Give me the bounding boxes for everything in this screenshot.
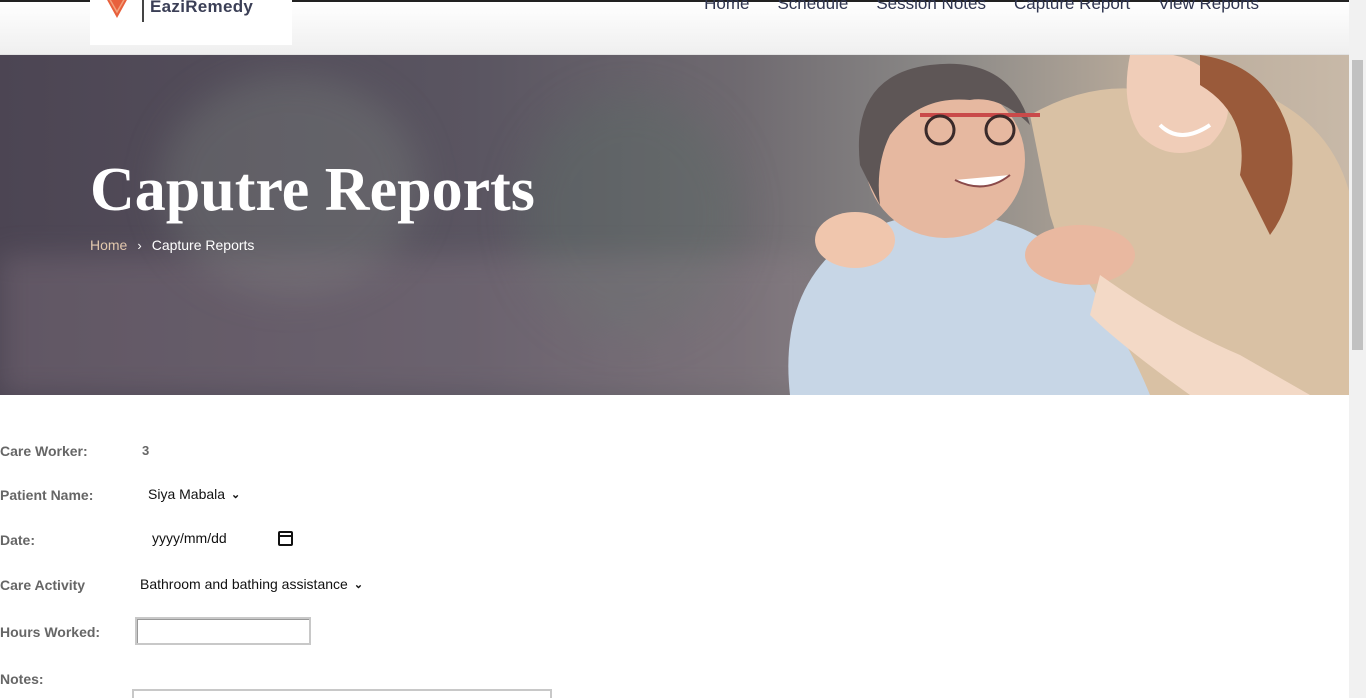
breadcrumb-home-link[interactable]: Home (90, 237, 127, 253)
breadcrumb-current: Capture Reports (151, 237, 255, 253)
notes-label: Notes: (0, 671, 44, 687)
nav-item-capture-report[interactable]: Capture Report (1014, 0, 1130, 14)
date-placeholder: yyyy/mm/dd (152, 530, 227, 546)
breadcrumb: Home › Capture Reports (90, 237, 254, 253)
care-activity-label: Care Activity (0, 577, 86, 593)
capture-report-form: Care Worker: 3 Patient Name: Siya Mabala… (0, 395, 1349, 698)
hero-banner: Caputre Reports Home › Capture Reports (0, 55, 1349, 395)
hero-background-blur (0, 255, 820, 395)
patient-name-select[interactable]: Siya Mabala ⌄ (148, 486, 240, 502)
nav-item-view-reports[interactable]: View Reports (1158, 0, 1259, 14)
hours-worked-input[interactable] (135, 617, 311, 645)
logo[interactable]: EaziRemedy (90, 0, 292, 45)
patient-name-selected: Siya Mabala (148, 486, 226, 502)
heart-logo-icon (107, 0, 127, 18)
logo-divider (142, 0, 144, 22)
care-activity-select[interactable]: Bathroom and bathing assistance ⌄ (140, 576, 363, 592)
patient-name-label: Patient Name: (0, 487, 94, 503)
date-input[interactable]: yyyy/mm/dd (152, 530, 293, 546)
main-nav: Home Schedule Session Notes Capture Repo… (704, 0, 1259, 14)
nav-item-session-notes[interactable]: Session Notes (876, 0, 986, 14)
calendar-icon[interactable] (278, 530, 293, 546)
page-scrollbar[interactable] (1349, 0, 1366, 698)
care-worker-value: 3 (142, 443, 150, 458)
chevron-right-icon: › (137, 237, 142, 253)
scrollbar-thumb[interactable] (1352, 60, 1363, 350)
nav-item-home[interactable]: Home (704, 0, 749, 14)
chevron-down-icon: ⌄ (353, 578, 364, 591)
notes-textarea[interactable] (132, 689, 552, 698)
date-label: Date: (0, 532, 36, 548)
site-header: EaziRemedy Home Schedule Session Notes C… (0, 0, 1349, 55)
chevron-down-icon: ⌄ (231, 488, 241, 501)
hero-photo (788, 55, 1349, 395)
care-worker-label: Care Worker: (0, 443, 88, 459)
care-activity-selected: Bathroom and bathing assistance (140, 576, 348, 592)
hours-worked-label: Hours Worked: (0, 624, 101, 640)
page-title: Caputre Reports (90, 156, 535, 224)
nav-item-schedule[interactable]: Schedule (777, 0, 848, 14)
brand-name: EaziRemedy (150, 0, 254, 16)
